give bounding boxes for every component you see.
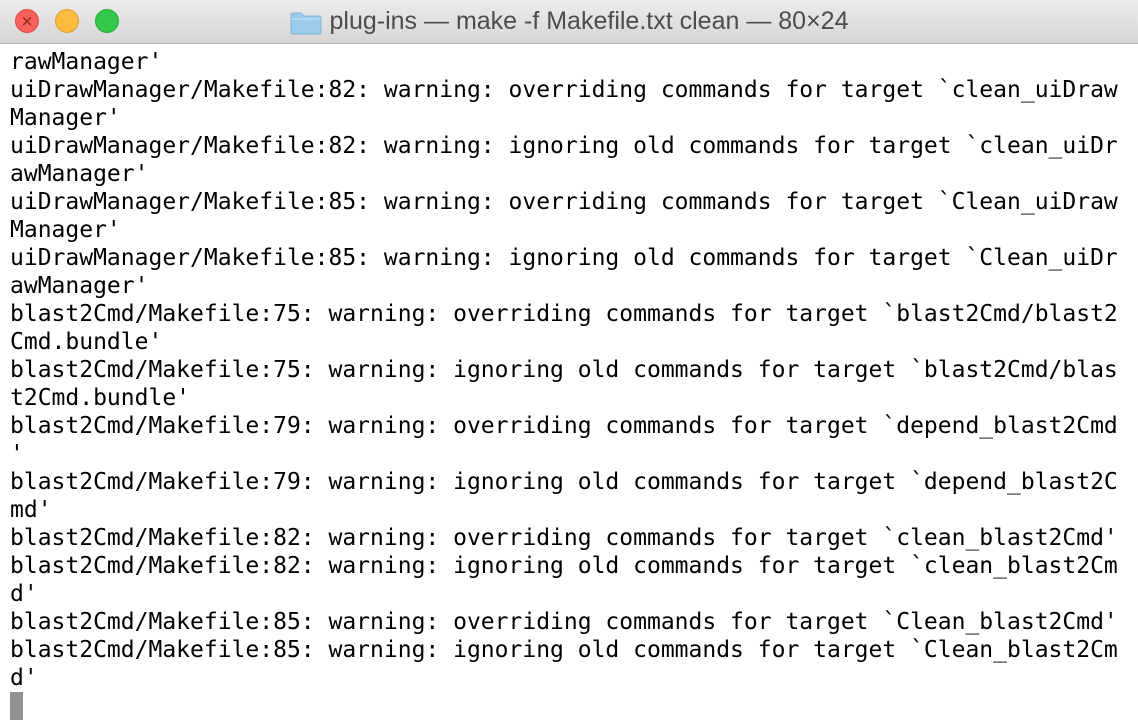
terminal-line: blast2Cmd/Makefile:82: warning: overridi… [10, 525, 1118, 551]
terminal-line: blast2Cmd/Makefile:85: warning: overridi… [10, 609, 1118, 635]
terminal-line: Manager' [10, 217, 121, 243]
terminal-line: rawManager' [10, 49, 163, 75]
terminal-line: blast2Cmd/Makefile:82: warning: ignoring… [10, 553, 1118, 579]
terminal-line: blast2Cmd/Makefile:79: warning: ignoring… [10, 469, 1118, 495]
terminal-line: blast2Cmd/Makefile:75: warning: ignoring… [10, 357, 1118, 383]
prompt-line [10, 692, 1134, 720]
terminal-window: × plug-ins — make -f Makefile.txt clean … [0, 0, 1138, 728]
terminal-line: blast2Cmd/Makefile:75: warning: overridi… [10, 301, 1118, 327]
terminal-line: uiDrawManager/Makefile:82: warning: igno… [10, 133, 1118, 159]
window-title-group: plug-ins — make -f Makefile.txt clean — … [0, 0, 1138, 43]
terminal-line: ' [10, 441, 24, 467]
window-title: plug-ins — make -f Makefile.txt clean — … [329, 7, 849, 35]
title-bar[interactable]: × plug-ins — make -f Makefile.txt clean … [0, 0, 1138, 44]
terminal-line: d' [10, 665, 38, 691]
terminal-line: blast2Cmd/Makefile:79: warning: overridi… [10, 413, 1118, 439]
terminal-line: md' [10, 497, 52, 523]
terminal-line: uiDrawManager/Makefile:85: warning: igno… [10, 245, 1118, 271]
text-cursor [10, 692, 23, 720]
folder-icon [290, 12, 321, 34]
terminal-output[interactable]: rawManager' uiDrawManager/Makefile:82: wa… [10, 48, 1134, 724]
terminal-line: t2Cmd.bundle' [10, 385, 191, 411]
terminal-line: Manager' [10, 105, 121, 131]
terminal-line: d' [10, 581, 38, 607]
terminal-line: uiDrawManager/Makefile:82: warning: over… [10, 77, 1118, 103]
terminal-line: Cmd.bundle' [10, 329, 163, 355]
terminal-line: uiDrawManager/Makefile:85: warning: over… [10, 189, 1118, 215]
terminal-line: awManager' [10, 273, 149, 299]
terminal-line: blast2Cmd/Makefile:85: warning: ignoring… [10, 637, 1118, 663]
terminal-line: awManager' [10, 161, 149, 187]
